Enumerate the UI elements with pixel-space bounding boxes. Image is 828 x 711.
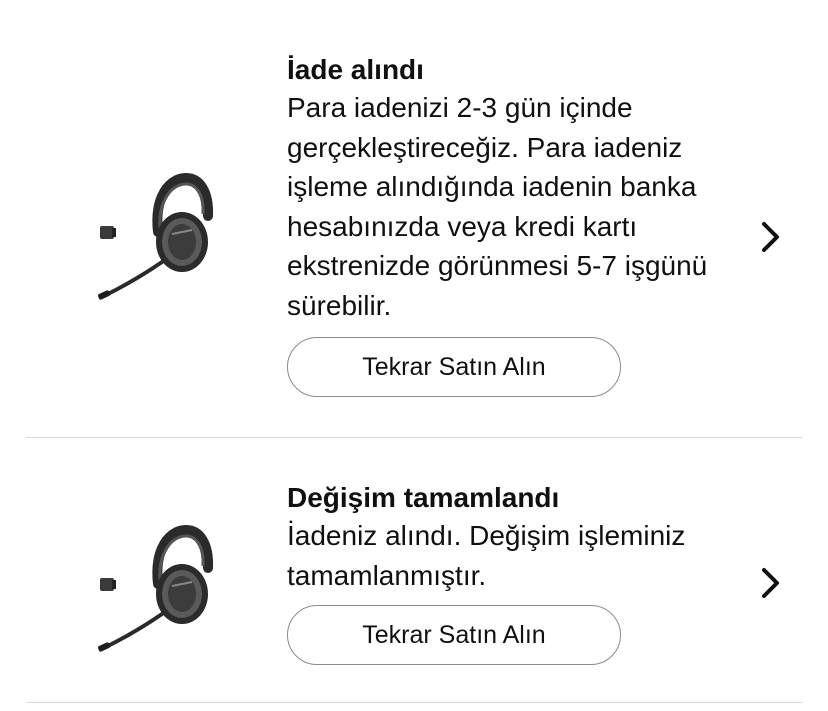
chevron-right-icon[interactable]	[760, 220, 782, 254]
order-status-block: Değişim tamamlandı İadeniz alındı. Değiş…	[287, 480, 747, 665]
headset-product-image[interactable]	[96, 524, 222, 654]
divider	[26, 702, 802, 703]
buy-again-button[interactable]: Tekrar Satın Alın	[287, 337, 621, 397]
headset-product-image[interactable]	[96, 172, 222, 302]
status-description: Para iadenizi 2-3 gün içinde gerçekleşti…	[287, 92, 708, 321]
status-title: İade alındı	[287, 54, 424, 85]
order-item-card[interactable]: İade alındı Para iadenizi 2-3 gün içinde…	[0, 0, 828, 438]
buy-again-button[interactable]: Tekrar Satın Alın	[287, 605, 621, 665]
chevron-right-icon[interactable]	[760, 566, 782, 600]
order-item-card[interactable]: Değişim tamamlandı İadeniz alındı. Değiş…	[0, 438, 828, 704]
order-status-block: İade alındı Para iadenizi 2-3 gün içinde…	[287, 52, 747, 397]
status-title: Değişim tamamlandı	[287, 482, 560, 513]
status-description: İadeniz alındı. Değişim işleminiz tamaml…	[287, 520, 686, 591]
